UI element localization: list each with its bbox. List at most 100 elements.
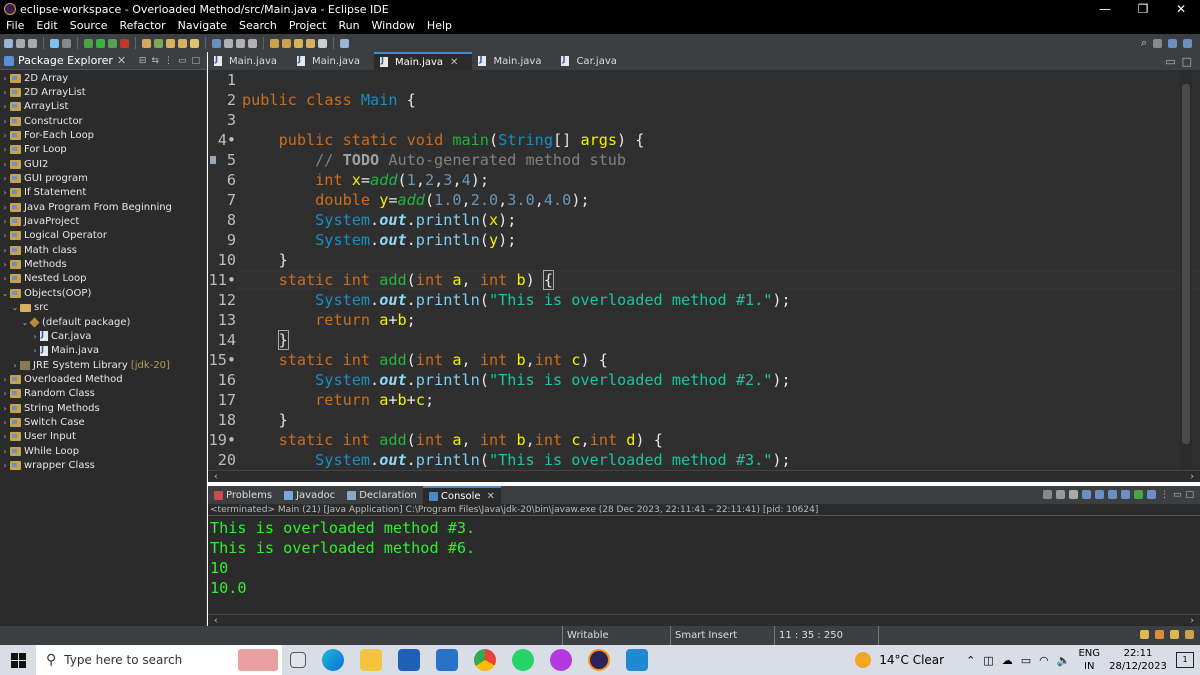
battery-icon[interactable]: ▭: [1021, 654, 1031, 667]
expand-arrow-icon[interactable]: ›: [10, 361, 20, 370]
editor-tab[interactable]: Main.java: [472, 52, 555, 70]
scroll-right-icon[interactable]: ›: [1190, 616, 1194, 626]
tree-item[interactable]: › 2D ArrayList: [0, 85, 206, 99]
tree-item[interactable]: › For Loop: [0, 143, 206, 157]
show-on-output-icon[interactable]: [1107, 490, 1117, 499]
code-line[interactable]: static int add(int a, int b,int c) {: [242, 350, 608, 370]
tree-item[interactable]: › JRE System Library [jdk-20]: [0, 358, 206, 372]
menu-search[interactable]: Search: [233, 18, 283, 34]
block-selection-icon[interactable]: [248, 38, 257, 48]
menu-refactor[interactable]: Refactor: [114, 18, 172, 34]
menu-project[interactable]: Project: [283, 18, 333, 34]
expand-arrow-icon[interactable]: ›: [0, 145, 10, 154]
last-edit-icon[interactable]: [294, 38, 303, 48]
new-package-icon[interactable]: [154, 38, 163, 48]
close-icon[interactable]: ✕: [117, 54, 126, 67]
save-all-icon[interactable]: [28, 38, 37, 48]
editor-tab[interactable]: Main.java: [208, 52, 291, 70]
prev-annotation-icon[interactable]: [282, 38, 291, 48]
tree-item[interactable]: › Car.java: [0, 329, 206, 343]
scroll-left-icon[interactable]: ‹: [214, 472, 218, 482]
start-button[interactable]: [0, 652, 36, 668]
tree-item[interactable]: › Constructor: [0, 114, 206, 128]
maximize-view-icon[interactable]: □: [1182, 55, 1192, 68]
tree-item[interactable]: › Random Class: [0, 387, 206, 401]
expand-arrow-icon[interactable]: ›: [0, 88, 10, 97]
tree-item-expanded[interactable]: ⌄ src: [0, 301, 206, 315]
pin-editor-icon[interactable]: [340, 38, 349, 48]
close-icon[interactable]: ✕: [487, 491, 495, 502]
word-wrap-icon[interactable]: [1094, 490, 1104, 499]
new-icon[interactable]: [4, 38, 13, 48]
volume-icon[interactable]: 🔈: [1057, 654, 1071, 667]
language-indicator[interactable]: ENG IN: [1078, 647, 1100, 673]
tree-item[interactable]: › Math class: [0, 243, 206, 257]
expand-arrow-icon[interactable]: ›: [0, 274, 10, 283]
tree-item[interactable]: › While Loop: [0, 444, 206, 458]
expand-arrow-icon[interactable]: ›: [0, 102, 10, 111]
expand-arrow-icon[interactable]: ›: [0, 188, 10, 197]
forward-icon[interactable]: [318, 38, 327, 48]
search-toolbar-icon[interactable]: [190, 38, 199, 48]
tree-item[interactable]: › ArrayList: [0, 100, 206, 114]
minimize-view-icon[interactable]: ▭: [1173, 490, 1182, 500]
expand-arrow-icon[interactable]: ›: [0, 246, 10, 255]
editor-vertical-scrollbar[interactable]: [1180, 70, 1192, 470]
open-type-icon[interactable]: [178, 38, 187, 48]
task-marker-icon[interactable]: [210, 156, 216, 164]
tree-item[interactable]: › If Statement: [0, 186, 206, 200]
tab-javadoc[interactable]: Javadoc: [278, 486, 341, 504]
weather-icon[interactable]: [855, 652, 872, 668]
maximize-view-icon[interactable]: □: [1185, 490, 1194, 500]
code-line[interactable]: System.out.println(y);: [242, 230, 516, 250]
tips-icon[interactable]: [1170, 630, 1179, 639]
code-line[interactable]: public class Main {: [242, 90, 416, 110]
expand-arrow-icon[interactable]: ›: [0, 231, 10, 240]
debug-perspective-icon[interactable]: [1183, 38, 1192, 48]
expand-arrow-icon[interactable]: ›: [0, 74, 10, 83]
scroll-left-icon[interactable]: ‹: [214, 616, 218, 626]
tree-item[interactable]: › Switch Case: [0, 415, 206, 429]
collapse-arrow-icon[interactable]: ⌄: [0, 289, 10, 298]
tree-item[interactable]: › For-Each Loop: [0, 128, 206, 142]
coverage-icon[interactable]: [108, 38, 117, 48]
onedrive-icon[interactable]: ☁: [1002, 654, 1013, 667]
open-console-icon[interactable]: [1146, 490, 1156, 499]
updates-icon[interactable]: [1140, 630, 1149, 639]
marketplace-icon[interactable]: [1155, 630, 1164, 639]
expand-arrow-icon[interactable]: ›: [0, 432, 10, 441]
remove-launch-icon[interactable]: [1055, 490, 1065, 499]
code-line[interactable]: static int add(int a, int b,int c,int d)…: [242, 430, 663, 450]
taskbar-search[interactable]: ⚲ Type here to search: [36, 645, 282, 675]
console-output[interactable]: This is overloaded method #3. This is ov…: [208, 516, 1200, 616]
expand-arrow-icon[interactable]: ›: [0, 404, 10, 413]
task-view-icon[interactable]: [290, 652, 306, 668]
tree-item[interactable]: › Nested Loop: [0, 272, 206, 286]
toggle-mark-icon[interactable]: [224, 38, 233, 48]
expand-arrow-icon[interactable]: ›: [30, 332, 40, 341]
close-icon[interactable]: ✕: [450, 57, 458, 68]
save-icon[interactable]: [16, 38, 25, 48]
code-line[interactable]: }: [242, 250, 288, 270]
code-line[interactable]: double y=add(1.0,2.0,3.0,4.0);: [242, 190, 589, 210]
maximize-button[interactable]: ❐: [1124, 0, 1162, 18]
new-class-icon[interactable]: [166, 38, 175, 48]
view-menu-icon[interactable]: ⋮: [164, 56, 173, 66]
code-line[interactable]: System.out.println("This is overloaded m…: [242, 450, 791, 470]
tab-declaration[interactable]: Declaration: [341, 486, 423, 504]
menu-window[interactable]: Window: [366, 18, 421, 34]
editor-horizontal-scrollbar[interactable]: ‹ ›: [208, 470, 1200, 482]
minimize-button[interactable]: —: [1086, 0, 1124, 18]
tree-item[interactable]: › Main.java: [0, 344, 206, 358]
expand-arrow-icon[interactable]: ›: [0, 203, 10, 212]
eclipse-icon[interactable]: [588, 649, 610, 671]
code-line[interactable]: // TODO Auto-generated method stub: [242, 150, 626, 170]
tree-item[interactable]: › 2D Array: [0, 71, 206, 85]
menu-file[interactable]: File: [0, 18, 30, 34]
tree-item[interactable]: › Methods: [0, 257, 206, 271]
expand-arrow-icon[interactable]: ›: [0, 160, 10, 169]
editor-tab[interactable]: Main.java: [291, 52, 374, 70]
store-icon[interactable]: [398, 649, 420, 671]
tree-item-expanded[interactable]: ⌄ Objects(OOP): [0, 286, 206, 300]
chevron-up-icon[interactable]: ⌃: [966, 654, 975, 667]
